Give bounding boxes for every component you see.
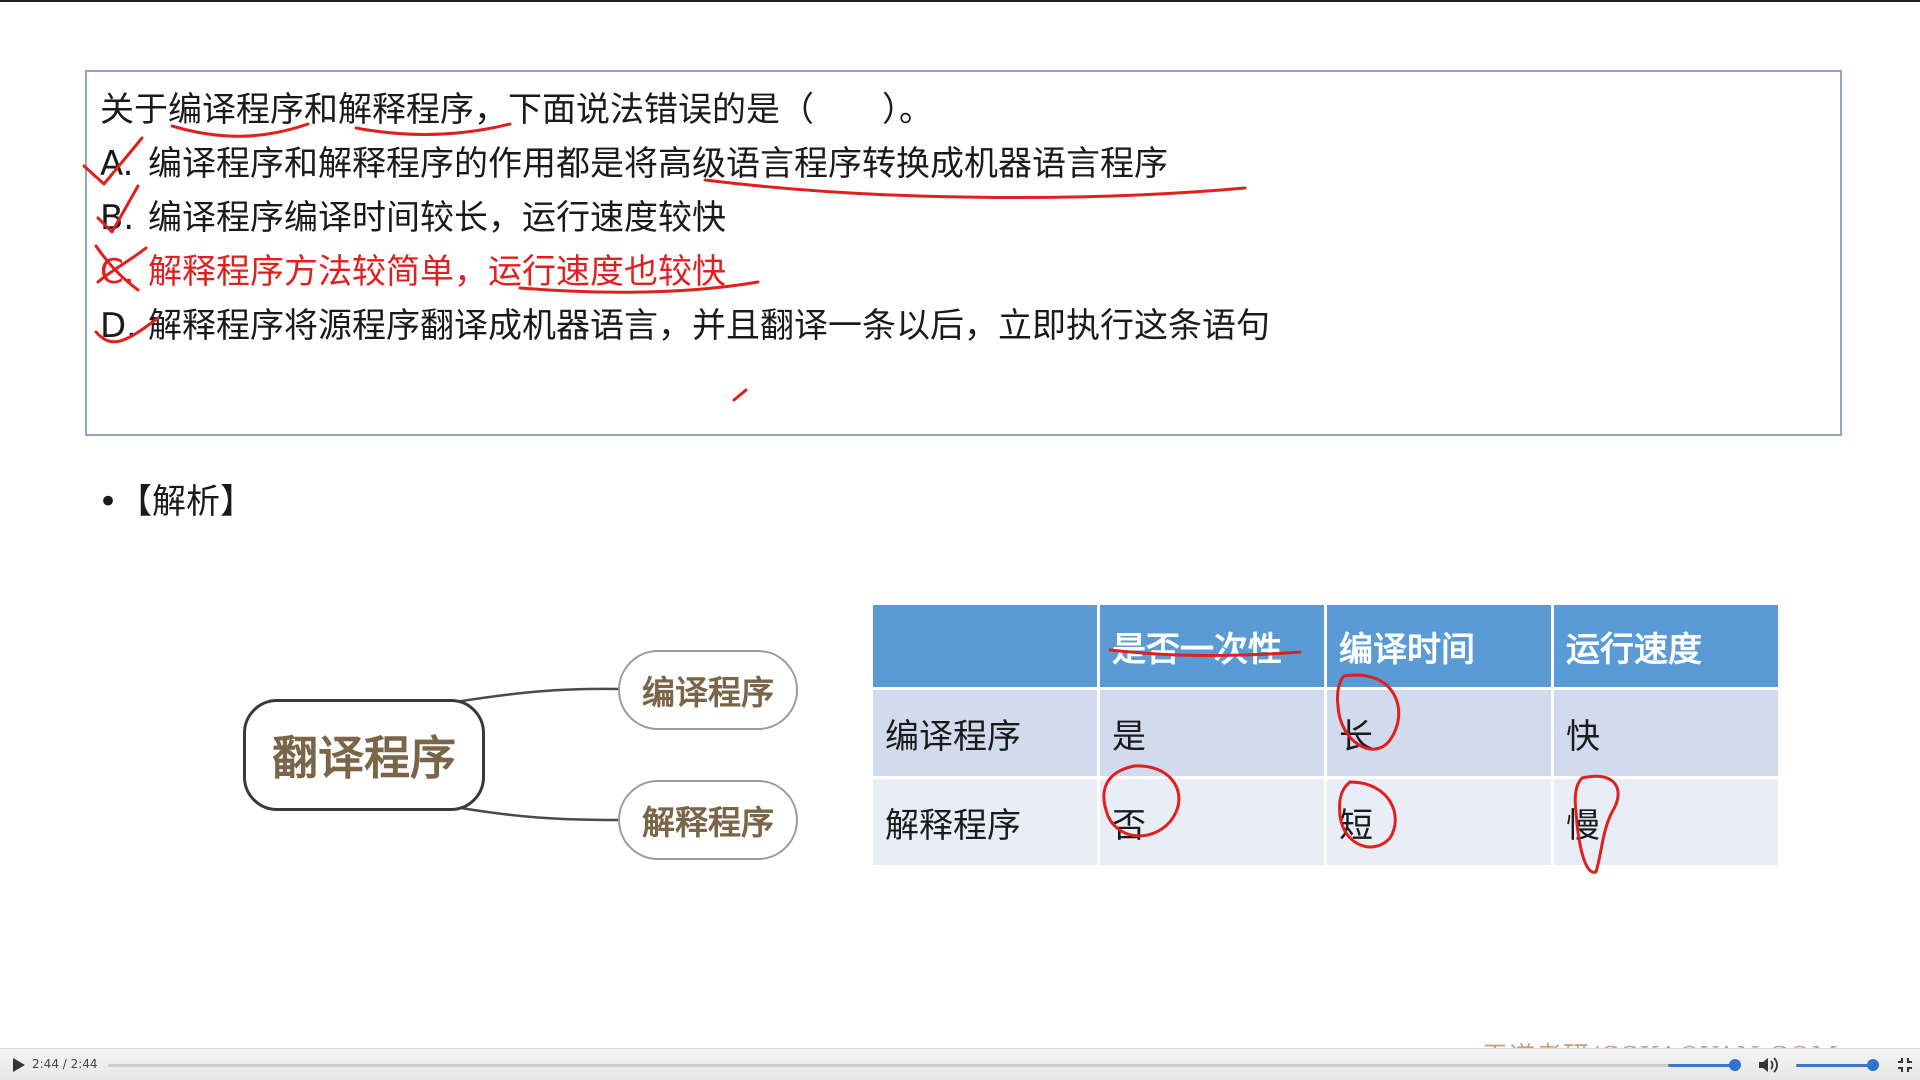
table-cell: 长 [1327,690,1551,776]
analysis-heading: •【解析】 [98,482,254,522]
row-label-interpreter: 解释程序 [873,779,1097,865]
watermark: 王道考研/CSKAOYAN.COM [1482,1036,1839,1048]
table-header-row: 是否一次性 编译时间 运行速度 [873,605,1778,687]
play-icon [13,1058,25,1072]
table-cell: 否 [1100,779,1324,865]
question-box: 关于编译程序和解释程序，下面说法错误的是（ ）。 A. 编译程序和解释程序的作用都… [85,70,1842,436]
seek-handle[interactable] [1729,1059,1741,1071]
option-d: D. 解释程序将源程序翻译成机器语言，并且翻译一条以后，立即执行这条语句 [100,306,1270,346]
question-stem: 关于编译程序和解释程序，下面说法错误的是（ ）。 [100,90,933,130]
header-cell-blank [873,605,1097,687]
table-row: 编译程序 是 长 快 [873,690,1778,776]
option-d-letter: D. [100,306,137,346]
volume-slider[interactable] [1796,1064,1876,1067]
option-c-letter: C. [100,252,135,292]
header-cell-compile-time: 编译时间 [1327,605,1551,687]
mindmap-node-interpreter: 解释程序 [618,780,798,860]
volume-handle[interactable] [1867,1059,1879,1071]
header-cell-one-time: 是否一次性 [1100,605,1324,687]
video-player-controls: 2:44 / 2:44 [0,1048,1920,1080]
time-display: 2:44 / 2:44 [32,1057,98,1071]
table-cell: 短 [1327,779,1551,865]
table-cell: 快 [1554,690,1778,776]
connector-interpret [454,805,621,822]
mindmap-root-node: 翻译程序 [243,699,485,811]
option-a-letter: A. [100,144,134,184]
option-b: B. 编译程序编译时间较长，运行速度较快 [100,198,726,238]
table-cell: 是 [1100,690,1324,776]
option-a: A. 编译程序和解释程序的作用都是将高级语言程序转换成机器语言程序 [100,144,1168,184]
volume-button[interactable] [1756,1054,1780,1076]
option-b-letter: B. [100,198,135,238]
seek-bar-fill [1668,1064,1734,1067]
mindmap-node-compiler: 编译程序 [618,650,798,730]
option-a-text: 编译程序和解释程序的作用都是将高级语言程序转换成机器语言程序 [148,144,1168,184]
header-cell-run-speed: 运行速度 [1554,605,1778,687]
option-b-text: 编译程序编译时间较长，运行速度较快 [148,198,726,238]
comparison-table: 是否一次性 编译时间 运行速度 编译程序 是 长 快 解释程序 否 短 慢 [870,602,1781,868]
fullscreen-button[interactable] [1896,1056,1914,1074]
analysis-title: 【解析】 [118,482,255,522]
row-label-compiler: 编译程序 [873,690,1097,776]
option-c-text: 解释程序方法较简单，运行速度也较快 [148,252,726,292]
seek-bar[interactable] [108,1064,1736,1067]
play-button[interactable] [10,1056,28,1074]
option-d-text: 解释程序将源程序翻译成机器语言，并且翻译一条以后，立即执行这条语句 [148,306,1270,346]
slide-canvas: 关于编译程序和解释程序，下面说法错误的是（ ）。 A. 编译程序和解释程序的作用都… [0,2,1920,1048]
option-c: C. 解释程序方法较简单，运行速度也较快 [100,252,726,292]
analysis-bullet: • [98,482,119,522]
exit-fullscreen-icon [1898,1058,1912,1072]
table-cell: 慢 [1554,779,1778,865]
speaker-icon [1759,1057,1778,1073]
connector-compile [454,687,621,704]
table-row: 解释程序 否 短 慢 [873,779,1778,865]
